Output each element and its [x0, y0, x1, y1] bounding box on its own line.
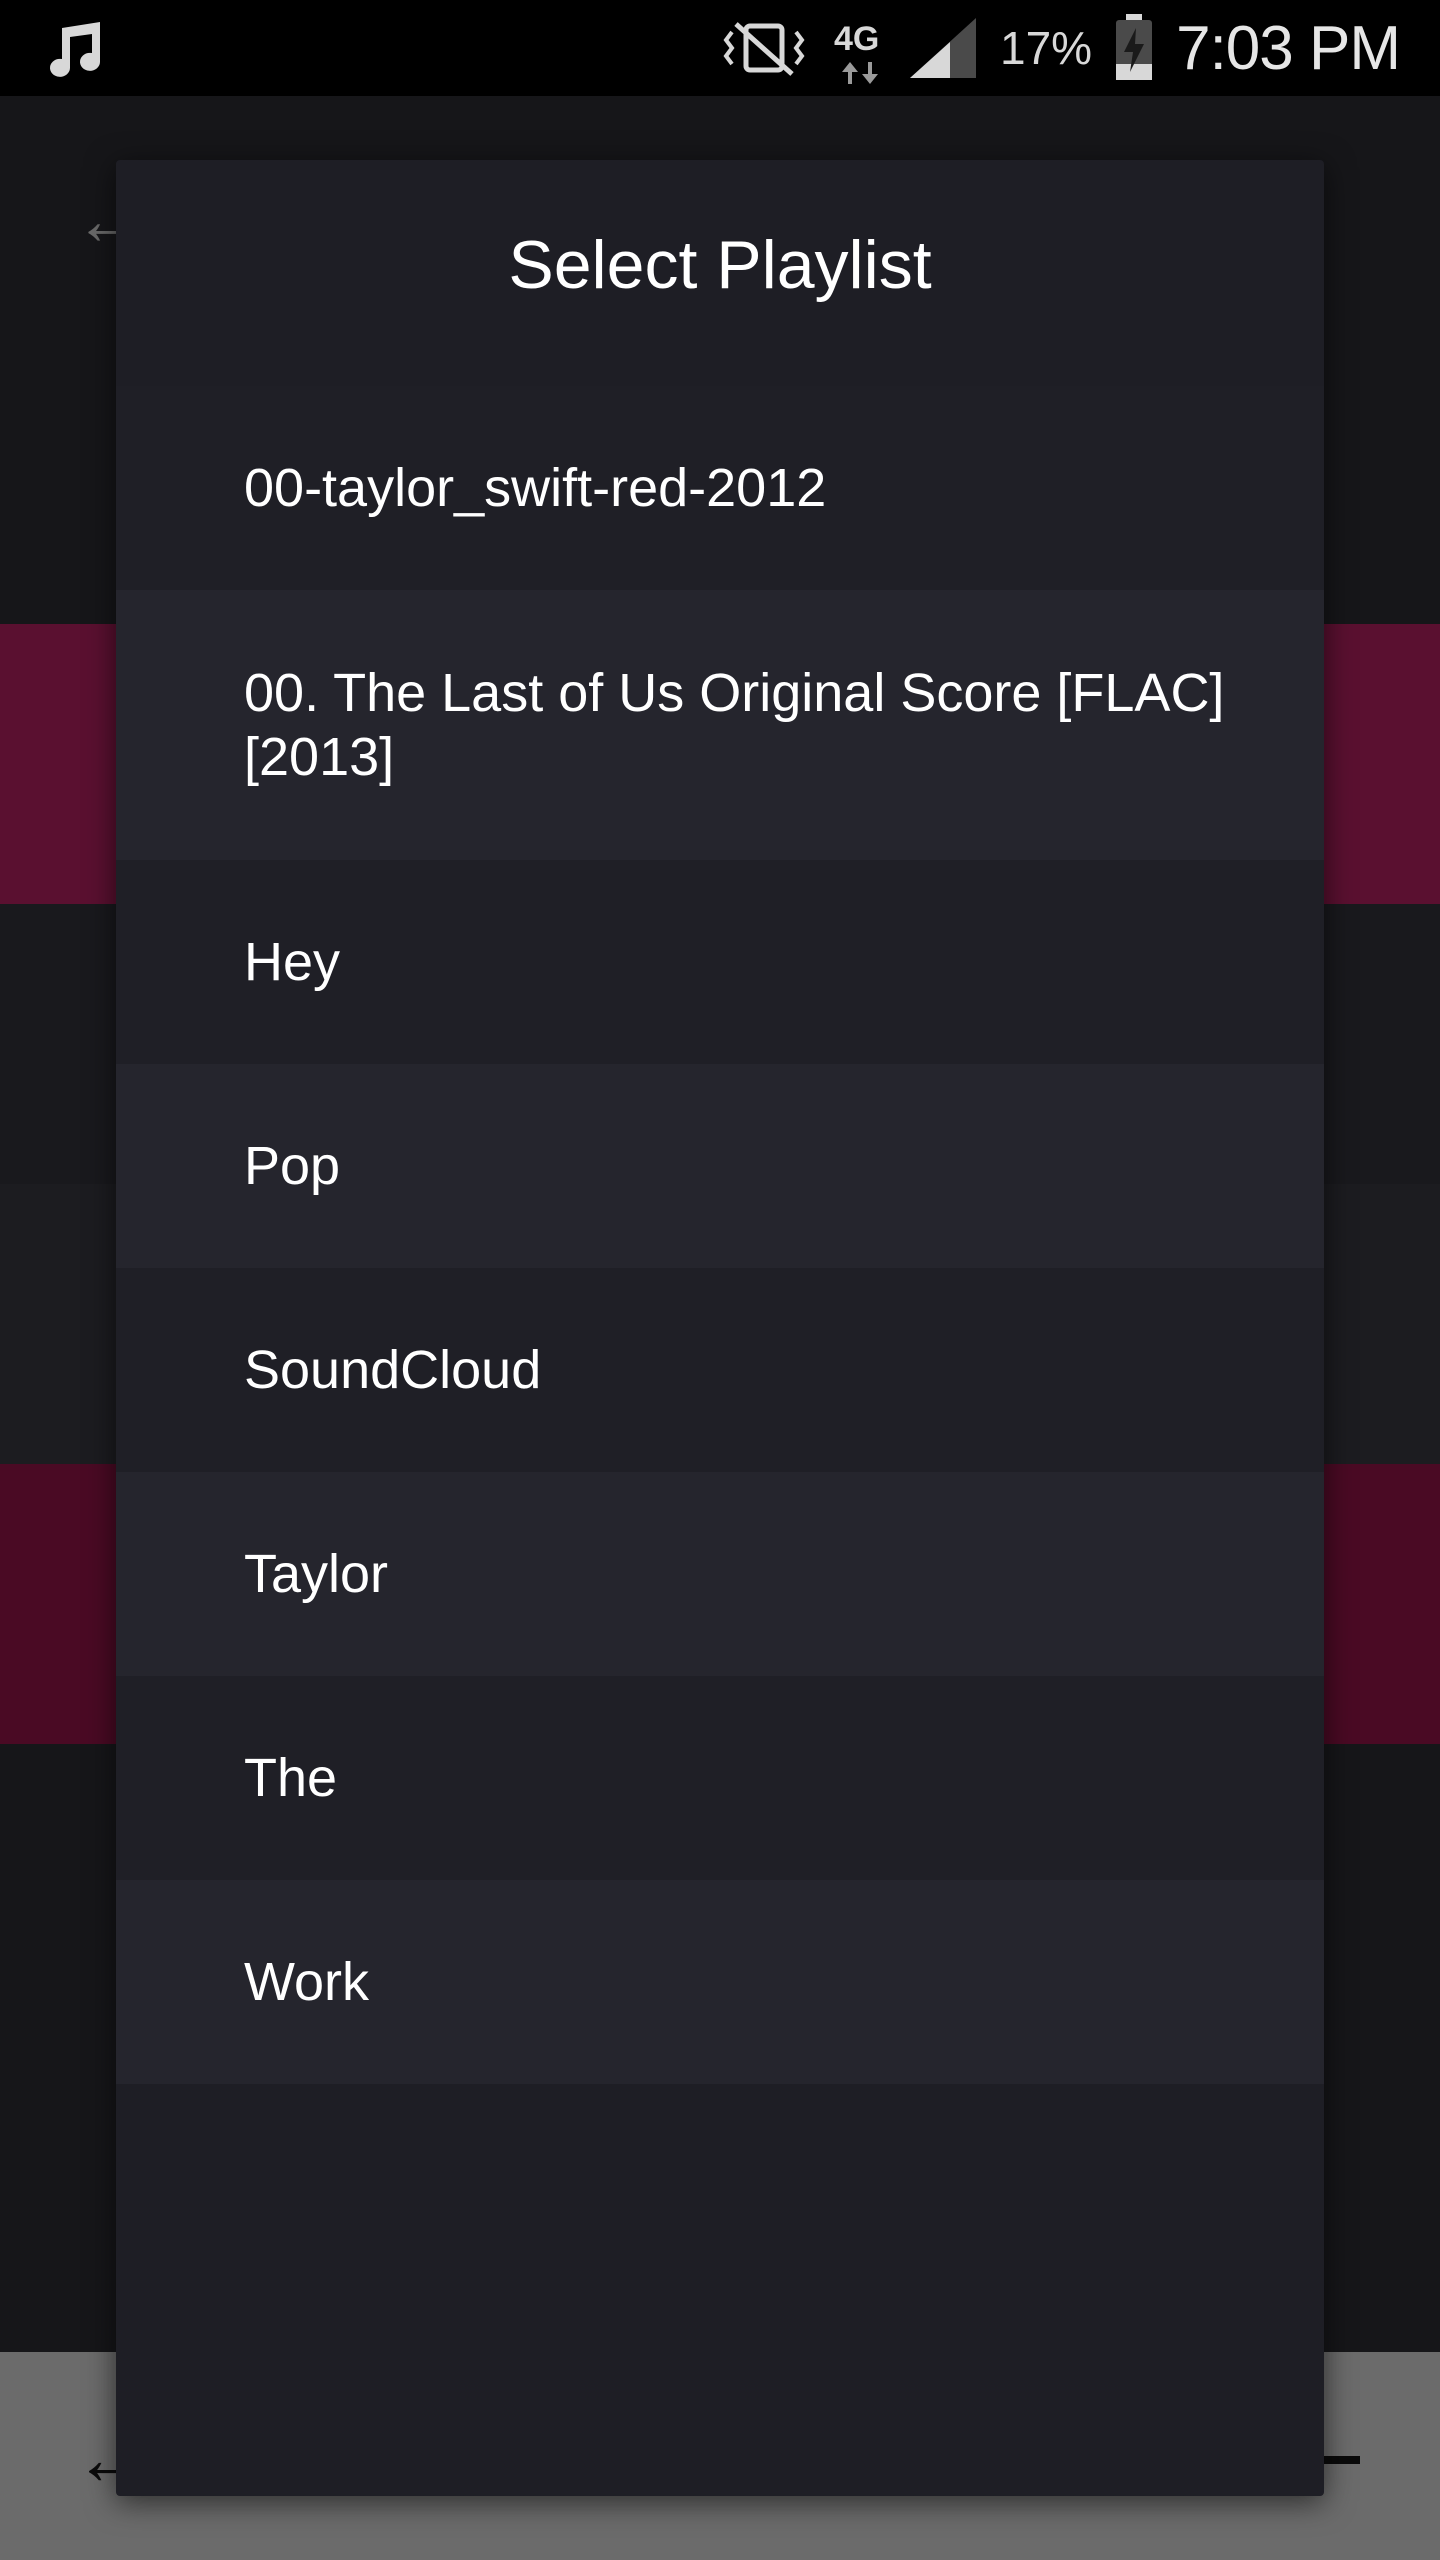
playlist-item[interactable]: 00-taylor_swift-red-2012 [116, 386, 1324, 590]
dialog-title: Select Playlist [508, 227, 932, 303]
playlist-item[interactable]: Taylor [116, 1472, 1324, 1676]
battery-percent: 17% [1000, 22, 1093, 74]
playlist-item[interactable]: The [116, 1676, 1324, 1880]
status-bar: 4G 17% 7:03 PM [0, 0, 1440, 96]
playlist-item[interactable]: 00. The Last of Us Original Score [FLAC]… [116, 590, 1324, 860]
signal-icon [910, 18, 977, 78]
music-note-icon [50, 22, 100, 77]
playlist-item[interactable]: Work [116, 1880, 1324, 2084]
playlist-item[interactable]: SoundCloud [116, 1268, 1324, 1472]
playlist-list: 00-taylor_swift-red-2012 00. The Last of… [116, 386, 1324, 2084]
playlist-item[interactable]: Hey [116, 860, 1324, 1064]
vibrate-silent-icon [723, 22, 805, 76]
select-playlist-dialog: Select Playlist 00-taylor_swift-red-2012… [116, 160, 1324, 2496]
battery-charging-icon [1116, 14, 1153, 80]
network-label: 4G [834, 20, 880, 58]
playlist-item[interactable]: Pop [116, 1064, 1324, 1268]
status-time: 7:03 PM [1176, 13, 1401, 83]
network-4g-icon: 4G [832, 8, 886, 88]
